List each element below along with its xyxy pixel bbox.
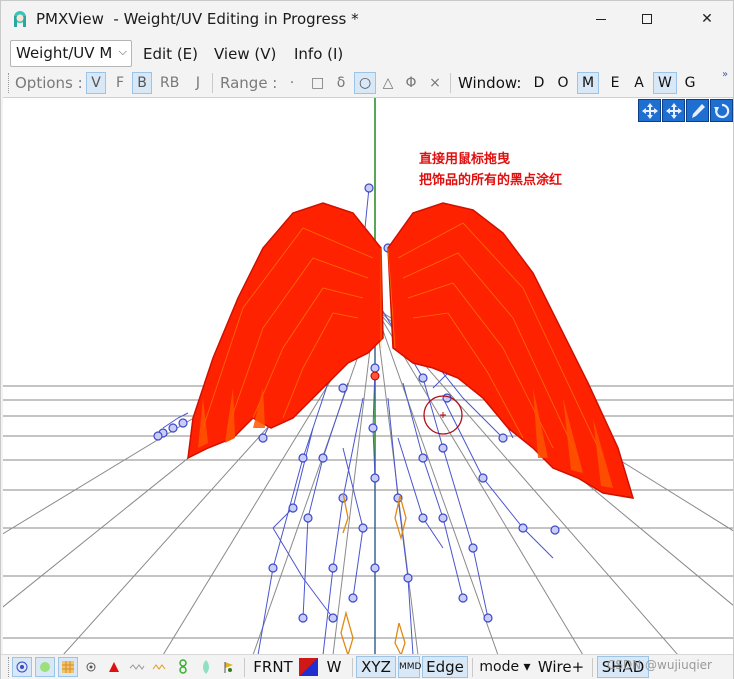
- bone-point-button[interactable]: [81, 657, 101, 677]
- minimize-button[interactable]: [578, 1, 624, 37]
- flag-button[interactable]: [219, 657, 239, 677]
- toolbar-separator: [450, 73, 451, 93]
- vertex-select-icon: [16, 661, 28, 673]
- flag-icon: [224, 662, 233, 673]
- range-label: Range :: [220, 74, 278, 92]
- 3d-viewport[interactable]: 直接用鼠标拖曳 把饰品的所有的黑点涂红: [3, 97, 733, 654]
- maximize-button[interactable]: [624, 1, 670, 37]
- wire-plus-button[interactable]: Wire+: [535, 656, 587, 678]
- mode-dropdown[interactable]: mode ▾: [477, 656, 533, 678]
- center-bone-marker: [370, 371, 380, 381]
- toolbar-separator: [244, 658, 245, 677]
- red-triangle-icon: [109, 662, 119, 672]
- w-button[interactable]: W: [322, 656, 346, 678]
- menu-view[interactable]: View (V): [214, 45, 276, 63]
- scene-canvas[interactable]: [3, 98, 733, 654]
- menu-bar: Weight/UV M ⌵ Edit (E) View (V) Info (I): [1, 38, 733, 69]
- painted-wings: [187, 202, 635, 499]
- move-xy-button[interactable]: [638, 99, 661, 122]
- color-swatch-icon[interactable]: [299, 658, 318, 676]
- range-phi-button[interactable]: Φ: [401, 72, 421, 94]
- toolbar-separator: [472, 658, 473, 677]
- toolbar-grip[interactable]: [8, 73, 11, 93]
- wave-icon: [129, 664, 145, 670]
- minimize-icon: [596, 18, 606, 20]
- weight-paint-button[interactable]: [35, 657, 55, 677]
- mode-select[interactable]: Weight/UV M ⌵: [10, 40, 132, 67]
- toolbar-overflow-icon[interactable]: »: [722, 69, 728, 80]
- red-triangle-button[interactable]: [104, 657, 124, 677]
- xyz-button[interactable]: XYZ: [356, 656, 396, 678]
- annotation-line-1: 直接用鼠标拖曳: [419, 152, 511, 167]
- edge-button[interactable]: Edge: [422, 656, 468, 678]
- close-button[interactable]: ✕: [684, 1, 730, 37]
- window-o-button[interactable]: O: [553, 72, 573, 94]
- window-a-button[interactable]: A: [629, 72, 649, 94]
- leaf-icon: [203, 660, 209, 674]
- move-xz-icon: [665, 102, 682, 119]
- option-j-button[interactable]: J: [188, 72, 208, 94]
- green-chain-icon: [179, 659, 187, 674]
- range-circle-button[interactable]: ○: [354, 72, 377, 94]
- options-toolbar: Options : V F B RB J Range : · □ δ ○ △ Φ…: [1, 69, 733, 97]
- range-delta-button[interactable]: δ: [331, 72, 351, 94]
- app-window: PMXView - Weight/UV Editing in Progress …: [0, 0, 734, 679]
- close-icon: ✕: [701, 11, 713, 27]
- option-b-button[interactable]: B: [132, 72, 152, 94]
- brush-cursor-icon: [423, 395, 463, 435]
- pmxview-app-icon: [14, 11, 26, 27]
- weight-grid-icon: [62, 661, 74, 673]
- weight-grid-button[interactable]: [58, 657, 78, 677]
- toolbar-grip[interactable]: [8, 657, 11, 677]
- option-rb-button[interactable]: RB: [156, 72, 183, 94]
- bone-point-icon: [86, 662, 96, 672]
- pick-icon: [691, 103, 705, 118]
- range-x-button[interactable]: ×: [425, 72, 445, 94]
- title-bar: PMXView - Weight/UV Editing in Progress …: [1, 1, 733, 38]
- menu-edit[interactable]: Edit (E): [143, 45, 198, 63]
- leaf-button[interactable]: [196, 657, 216, 677]
- chevron-down-icon: ⌵: [115, 45, 127, 59]
- chain-button[interactable]: [150, 657, 170, 677]
- window-d-button[interactable]: D: [529, 72, 549, 94]
- window-m-button[interactable]: M: [577, 72, 600, 94]
- bottom-toolbar: FRNT W XYZ MMD Edge mode ▾ Wire+ SHAD CS…: [1, 654, 733, 679]
- weight-paint-icon: [40, 662, 50, 672]
- range-square-button[interactable]: □: [307, 72, 328, 94]
- window-w-button[interactable]: W: [653, 72, 677, 94]
- view-navigation: [638, 99, 733, 122]
- window-g-button[interactable]: G: [680, 72, 700, 94]
- watermark-text: CSDN @wujiuqier: [607, 658, 712, 672]
- range-point-button[interactable]: ·: [282, 72, 302, 94]
- window-label: Window:: [458, 74, 522, 92]
- green-chain-button[interactable]: [173, 657, 193, 677]
- toolbar-separator: [212, 73, 213, 93]
- mode-select-value: Weight/UV M: [16, 44, 113, 62]
- front-view-button[interactable]: FRNT: [251, 656, 295, 678]
- move-xz-button[interactable]: [662, 99, 685, 122]
- vertex-select-button[interactable]: [12, 657, 32, 677]
- toolbar-separator: [592, 658, 593, 677]
- option-f-button[interactable]: F: [110, 72, 130, 94]
- window-title: PMXView - Weight/UV Editing in Progress …: [36, 10, 359, 28]
- options-label: Options :: [15, 74, 83, 92]
- window-e-button[interactable]: E: [605, 72, 625, 94]
- maximize-icon: [642, 14, 652, 24]
- annotation-line-2: 把饰品的所有的黑点涂红: [419, 173, 563, 188]
- pick-button[interactable]: [686, 99, 709, 122]
- option-v-button[interactable]: V: [86, 72, 106, 94]
- mmd-button[interactable]: MMD: [398, 656, 421, 678]
- move-xy-icon: [641, 102, 658, 119]
- rotate-view-button[interactable]: [710, 99, 733, 122]
- toolbar-separator: [352, 658, 353, 677]
- accessory-bones: [340, 492, 407, 654]
- wave-button[interactable]: [127, 657, 147, 677]
- menu-info[interactable]: Info (I): [294, 45, 343, 63]
- chain-icon: [152, 664, 166, 670]
- range-triangle-button[interactable]: △: [378, 72, 398, 94]
- rotate-view-icon: [713, 103, 729, 118]
